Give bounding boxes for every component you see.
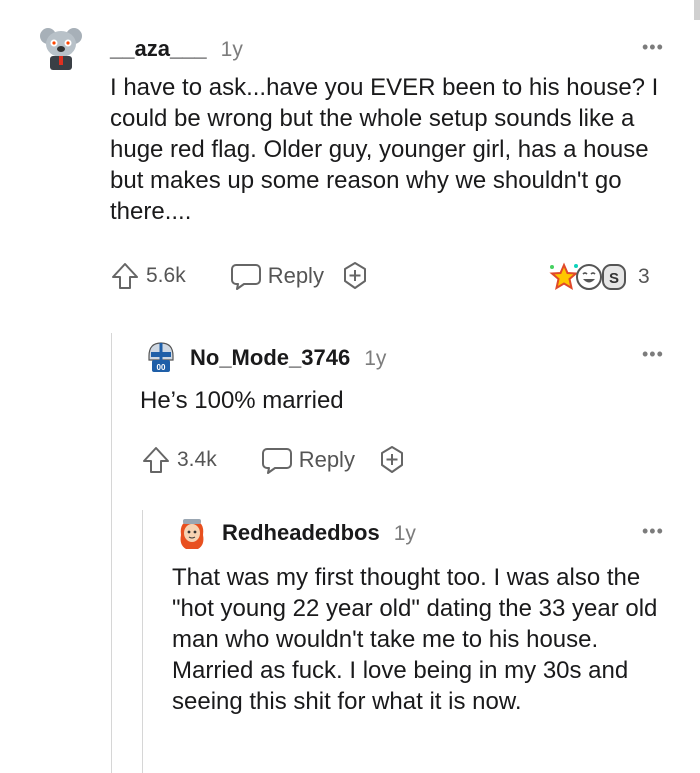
award-count: 3: [638, 265, 650, 288]
comment-header: No_Mode_3746 1y: [190, 345, 386, 371]
koala-avatar-icon: [36, 22, 86, 72]
avatar[interactable]: [174, 515, 210, 551]
thread-line[interactable]: [142, 510, 143, 773]
thread-line[interactable]: [111, 333, 112, 773]
award-plus-icon: [343, 262, 366, 289]
upvote-icon: [112, 263, 138, 289]
scrollbar[interactable]: [694, 0, 700, 20]
username[interactable]: __aza___: [110, 36, 207, 62]
comment-age: 1y: [393, 522, 416, 545]
upvote-button[interactable]: 3.4k: [141, 445, 217, 475]
award-button[interactable]: [340, 261, 370, 291]
reply-button[interactable]: Reply: [261, 445, 355, 475]
reply-label: Reply: [267, 263, 324, 288]
awards[interactable]: S 3: [548, 262, 650, 292]
comment-actions: 5.6k Reply: [110, 258, 370, 294]
football-helmet-avatar-icon: 00: [143, 338, 179, 374]
comment-body: He’s 100% married: [140, 387, 344, 414]
comment-age: 1y: [364, 347, 387, 370]
award-button[interactable]: [377, 445, 407, 475]
silver-coin-award-icon: S: [602, 264, 626, 290]
reply-button[interactable]: Reply: [230, 261, 324, 291]
comment-age: 1y: [220, 38, 243, 61]
comment-actions: 3.4k Reply: [141, 442, 407, 478]
upvote-button[interactable]: 5.6k: [110, 261, 186, 291]
username[interactable]: No_Mode_3746: [190, 345, 350, 371]
vote-count: 5.6k: [146, 264, 186, 287]
vote-count: 3.4k: [177, 448, 217, 471]
more-options-button[interactable]: •••: [642, 38, 664, 56]
more-options-button[interactable]: •••: [642, 522, 664, 540]
username[interactable]: Redheadedbos: [222, 520, 380, 546]
speech-bubble-icon: [261, 448, 292, 474]
upvote-icon: [143, 447, 169, 473]
avatar[interactable]: 00: [143, 338, 179, 374]
comment-body: I have to ask...have you EVER been to hi…: [110, 74, 659, 225]
svg-text:S: S: [609, 270, 619, 287]
award-plus-icon: [380, 446, 403, 473]
comment-header: __aza___ 1y: [110, 36, 243, 62]
reply-label: Reply: [298, 447, 355, 472]
redhead-avatar-icon: [174, 515, 210, 551]
svg-text:00: 00: [157, 363, 166, 372]
speech-bubble-icon: [230, 264, 261, 290]
comment-body: That was my first thought too. I was als…: [172, 564, 658, 715]
avatar[interactable]: [36, 22, 86, 72]
comment-header: Redheadedbos 1y: [222, 520, 416, 546]
more-options-button[interactable]: •••: [642, 345, 664, 363]
